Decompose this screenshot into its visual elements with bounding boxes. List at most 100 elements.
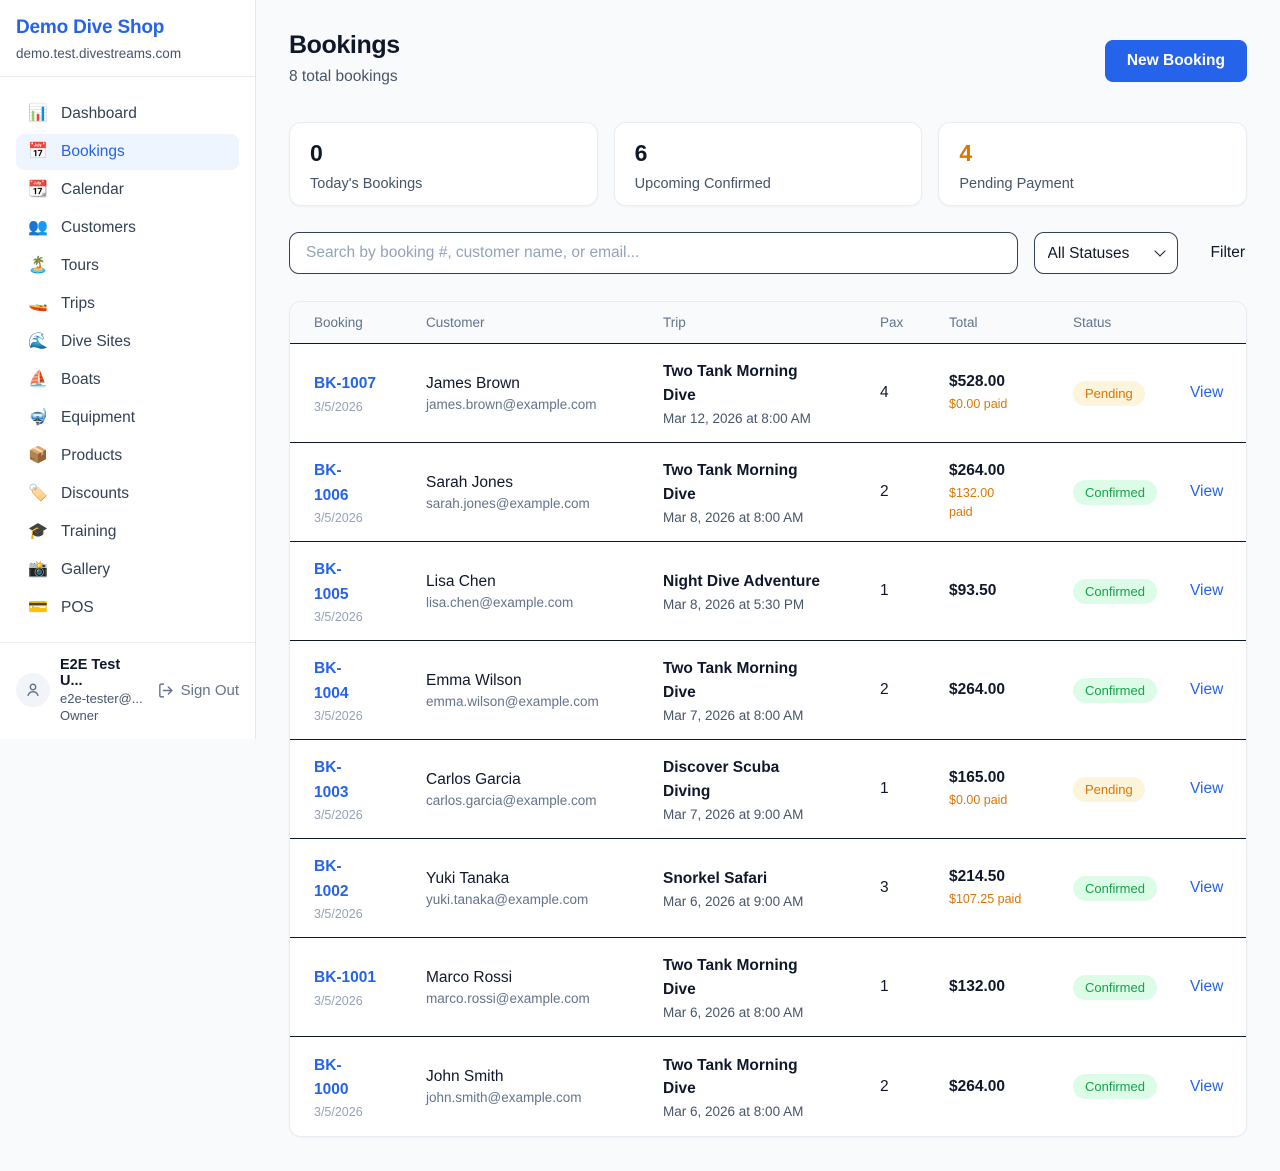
table-header-row: Booking Customer Trip Pax Total Status <box>290 302 1246 344</box>
booking-id-link[interactable]: BK- 1006 <box>314 459 348 507</box>
sidebar-item-label: Customers <box>61 219 136 237</box>
table-body: BK-1007 3/5/2026 James Brown james.brown… <box>290 344 1246 1136</box>
column-header-trip: Trip <box>663 315 880 330</box>
table-row: BK-1001 3/5/2026 Marco Rossi marco.rossi… <box>290 938 1246 1037</box>
status-badge: Confirmed <box>1073 876 1157 901</box>
view-link[interactable]: View <box>1190 1078 1223 1095</box>
paid-amount: $132.00 paid <box>949 484 1073 522</box>
sidebar-item-label: Training <box>61 523 116 541</box>
sidebar-item-boats[interactable]: ⛵ Boats <box>16 362 239 398</box>
customer-name: John Smith <box>426 1068 663 1086</box>
equipment-icon: 🤿 <box>28 410 48 426</box>
view-link[interactable]: View <box>1190 384 1223 401</box>
filter-button[interactable]: Filter <box>1211 244 1245 262</box>
app-root: Demo Dive Shop demo.test.divestreams.com… <box>0 0 1280 1171</box>
avatar <box>16 673 50 707</box>
trip-datetime: Mar 12, 2026 at 8:00 AM <box>663 411 880 426</box>
customer-name: Carlos Garcia <box>426 771 663 789</box>
column-header-pax: Pax <box>880 315 949 330</box>
booking-id-link[interactable]: BK-1001 <box>314 966 376 990</box>
customer-email: emma.wilson@example.com <box>426 694 663 709</box>
sidebar-item-label: Boats <box>61 371 101 389</box>
boats-icon: ⛵ <box>28 372 48 388</box>
booking-id-link[interactable]: BK- 1002 <box>314 855 348 903</box>
sidebar-item-pos[interactable]: 💳 POS <box>16 590 239 626</box>
view-link[interactable]: View <box>1190 879 1223 896</box>
sidebar-item-bookings[interactable]: 📅 Bookings <box>16 134 239 170</box>
table-row: BK- 1000 3/5/2026 John Smith john.smith@… <box>290 1037 1246 1136</box>
booking-date: 3/5/2026 <box>314 994 426 1008</box>
sidebar-item-products[interactable]: 📦 Products <box>16 438 239 474</box>
sidebar-item-dive-sites[interactable]: 🌊 Dive Sites <box>16 324 239 360</box>
sidebar-item-equipment[interactable]: 🤿 Equipment <box>16 400 239 436</box>
customer-name: James Brown <box>426 375 663 393</box>
table-row: BK- 1002 3/5/2026 Yuki Tanaka yuki.tanak… <box>290 839 1246 938</box>
sidebar-item-discounts[interactable]: 🏷️ Discounts <box>16 476 239 512</box>
sidebar-item-customers[interactable]: 👥 Customers <box>16 210 239 246</box>
booking-id-link[interactable]: BK- 1000 <box>314 1054 348 1102</box>
customer-email: sarah.jones@example.com <box>426 496 663 511</box>
column-header-total: Total <box>949 315 1073 330</box>
trip-datetime: Mar 6, 2026 at 8:00 AM <box>663 1005 880 1020</box>
booking-id-link[interactable]: BK- 1005 <box>314 558 348 606</box>
brand-title[interactable]: Demo Dive Shop <box>16 17 239 39</box>
sidebar-item-training[interactable]: 🎓 Training <box>16 514 239 550</box>
brand-block: Demo Dive Shop demo.test.divestreams.com <box>0 0 255 77</box>
sidebar-item-trips[interactable]: 🚤 Trips <box>16 286 239 322</box>
status-badge: Confirmed <box>1073 975 1157 1000</box>
training-icon: 🎓 <box>28 524 48 540</box>
trip-datetime: Mar 6, 2026 at 9:00 AM <box>663 894 880 909</box>
booking-date: 3/5/2026 <box>314 709 426 723</box>
trip-datetime: Mar 8, 2026 at 5:30 PM <box>663 597 880 612</box>
sidebar-item-dashboard[interactable]: 📊 Dashboard <box>16 96 239 132</box>
trip-name: Two Tank Morning Dive <box>663 1054 880 1101</box>
table-row: BK- 1004 3/5/2026 Emma Wilson emma.wilso… <box>290 641 1246 740</box>
view-link[interactable]: View <box>1190 681 1223 698</box>
trips-icon: 🚤 <box>28 296 48 312</box>
trip-datetime: Mar 8, 2026 at 8:00 AM <box>663 510 880 525</box>
booking-id-link[interactable]: BK- 1003 <box>314 756 348 804</box>
pax-count: 1 <box>880 582 949 600</box>
search-input[interactable] <box>289 232 1018 274</box>
customer-name: Yuki Tanaka <box>426 870 663 888</box>
table-row: BK- 1003 3/5/2026 Carlos Garcia carlos.g… <box>290 740 1246 839</box>
trip-datetime: Mar 7, 2026 at 9:00 AM <box>663 807 880 822</box>
booking-date: 3/5/2026 <box>314 1105 426 1119</box>
sidebar-item-label: POS <box>61 599 94 617</box>
total-amount: $214.50 <box>949 868 1073 886</box>
stat-value: 4 <box>959 140 1226 167</box>
status-badge: Pending <box>1073 777 1145 802</box>
view-link[interactable]: View <box>1190 780 1223 797</box>
trip-name: Two Tank Morning Dive <box>663 657 880 704</box>
customer-name: Emma Wilson <box>426 672 663 690</box>
sidebar-item-label: Dive Sites <box>61 333 131 351</box>
total-amount: $165.00 <box>949 769 1073 787</box>
booking-date: 3/5/2026 <box>314 808 426 822</box>
status-filter-select[interactable]: All Statuses <box>1034 232 1178 274</box>
sign-out-button[interactable]: Sign Out <box>157 682 239 699</box>
booking-id-link[interactable]: BK-1007 <box>314 372 376 396</box>
sidebar-item-label: Gallery <box>61 561 110 579</box>
stats-cards: 0 Today's Bookings 6 Upcoming Confirmed … <box>289 122 1247 206</box>
sidebar-item-gallery[interactable]: 📸 Gallery <box>16 552 239 588</box>
status-badge: Confirmed <box>1073 579 1157 604</box>
pax-count: 4 <box>880 384 949 402</box>
column-header-customer: Customer <box>426 315 663 330</box>
view-link[interactable]: View <box>1190 582 1223 599</box>
customer-name: Marco Rossi <box>426 969 663 987</box>
booking-id-link[interactable]: BK- 1004 <box>314 657 348 705</box>
user-info: E2E Test U... e2e-tester@... Owner <box>60 657 147 723</box>
sidebar-item-label: Equipment <box>61 409 135 427</box>
sidebar-item-tours[interactable]: 🏝️ Tours <box>16 248 239 284</box>
new-booking-button[interactable]: New Booking <box>1105 40 1247 82</box>
sidebar-item-calendar[interactable]: 📆 Calendar <box>16 172 239 208</box>
customer-email: james.brown@example.com <box>426 397 663 412</box>
filter-row: All Statuses Filter <box>289 232 1247 274</box>
paid-amount: $0.00 paid <box>949 791 1073 810</box>
user-icon <box>24 681 42 699</box>
total-amount: $132.00 <box>949 978 1073 996</box>
stat-card: 6 Upcoming Confirmed <box>614 122 923 206</box>
page-subtitle: 8 total bookings <box>289 68 400 86</box>
view-link[interactable]: View <box>1190 483 1223 500</box>
view-link[interactable]: View <box>1190 978 1223 995</box>
